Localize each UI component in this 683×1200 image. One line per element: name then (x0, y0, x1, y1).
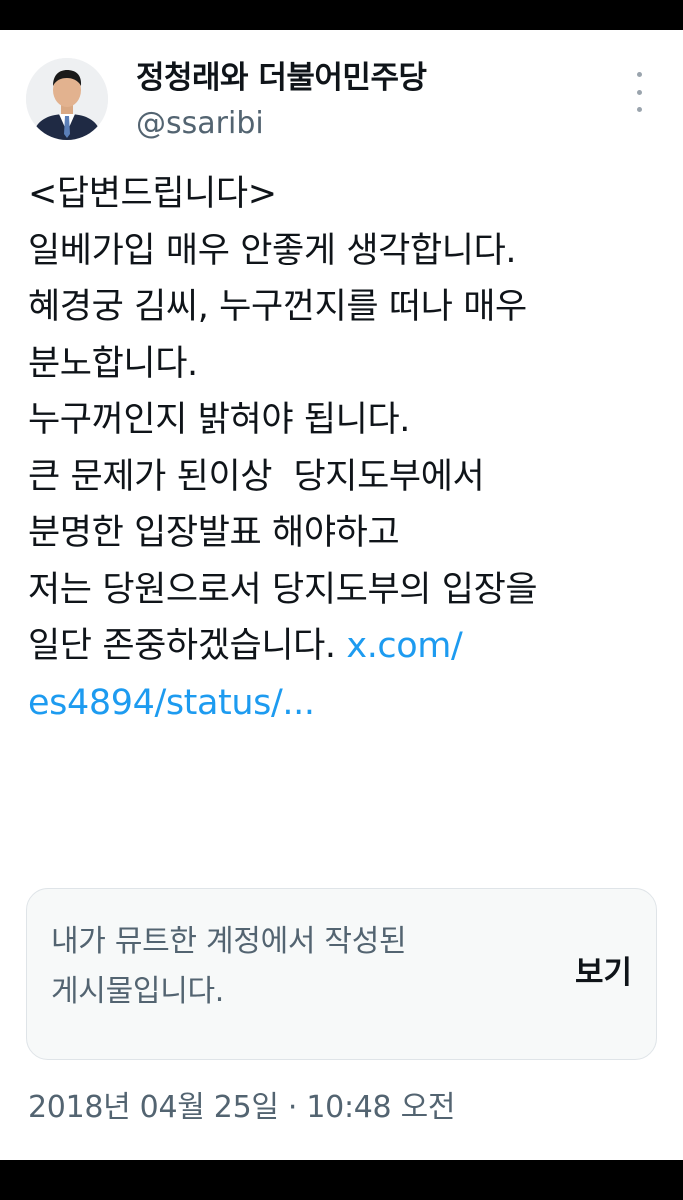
tweet-line: 분명한 입장발표 해야하고 (28, 513, 400, 553)
tweet-text: <답변드립니다> 일베가입 매우 안좋게 생각합니다. 혜경궁 김씨, 누구껀지… (28, 166, 668, 731)
tweet-line-link: es4894/status/... (28, 675, 668, 732)
author-handle[interactable]: @ssaribi (136, 106, 264, 141)
avatar[interactable] (26, 58, 108, 140)
tweet-line-with-link: 일단 존중하겠습니다. x.com/ (28, 618, 668, 675)
tweet-line: <답변드립니다> (28, 174, 277, 214)
tweet-line: 혜경궁 김씨, 누구껀지를 떠나 매우 (28, 287, 527, 327)
view-button[interactable]: 보기 (575, 947, 632, 992)
tweet-line-text: 일단 존중하겠습니다. (28, 626, 347, 666)
tweet-line: 저는 당원으로서 당지도부의 입장을 (28, 569, 538, 610)
tweet-card: 정청래와 더불어민주당 @ssaribi <답변드립니다> 일베가입 매우 안좋… (0, 30, 683, 1160)
more-dot-icon (636, 72, 642, 77)
muted-quote-notice: 내가 뮤트한 계정에서 작성된 게시물입니다. 보기 (26, 888, 657, 1060)
tweet-line: 큰 문제가 된이상 당지도부에서 (28, 456, 485, 497)
author-display-name[interactable]: 정청래와 더불어민주당 (136, 52, 427, 97)
more-dot-icon (636, 89, 642, 95)
muted-notice-text: 내가 뮤트한 계정에서 작성된 게시물입니다. (51, 924, 407, 1009)
tweet-link[interactable]: x.com/ (346, 626, 462, 666)
tweet-timestamp[interactable]: 2018년 04월 25일 · 10:48 오전 (28, 1082, 455, 1126)
more-dot-icon (636, 107, 642, 112)
tweet-line: 일베가입 매우 안좋게 생각합니다. (28, 230, 517, 271)
tweet-link-continued[interactable]: es4894/status/... (28, 683, 315, 723)
tweet-line: 분노합니다. (28, 343, 198, 384)
more-options-button[interactable] (628, 72, 650, 112)
profile-photo-icon (26, 58, 108, 140)
tweet-line: 누구꺼인지 밝혀야 됩니다. (28, 400, 410, 440)
